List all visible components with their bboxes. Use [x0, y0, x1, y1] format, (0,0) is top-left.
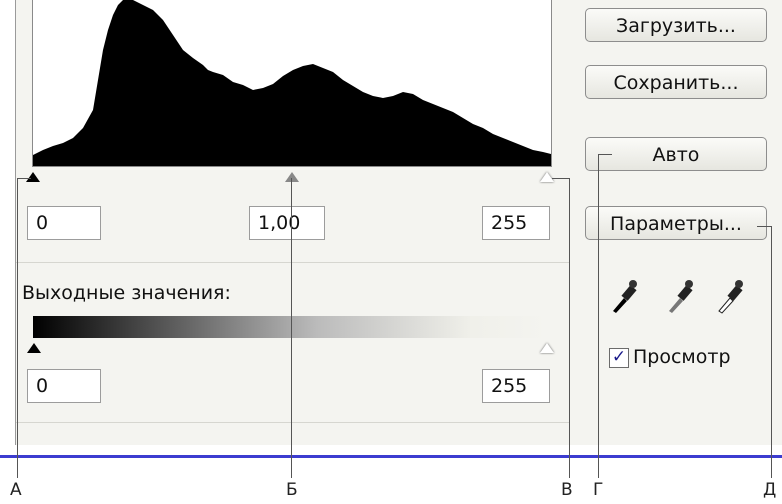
callout-line-g-tick	[598, 154, 612, 155]
callout-line-a	[17, 178, 18, 478]
gamma-slider[interactable]	[285, 172, 299, 182]
separator	[16, 422, 569, 423]
black-point-slider[interactable]	[26, 172, 40, 182]
output-black-slider[interactable]	[27, 343, 41, 353]
save-button[interactable]: Сохранить...	[585, 65, 767, 99]
preview-label: Просмотр	[633, 346, 731, 368]
white-eyedropper-icon[interactable]	[716, 278, 744, 314]
callout-letter: Д	[763, 480, 777, 500]
callout-letter: Г	[593, 480, 604, 500]
callout-line-v	[569, 178, 570, 478]
output-black-field[interactable]	[27, 369, 101, 403]
callout-line-d	[771, 226, 772, 478]
output-white-field[interactable]	[482, 369, 550, 403]
baseline-rule	[0, 455, 782, 458]
output-levels-label: Выходные значения:	[22, 282, 231, 304]
preview-checkbox[interactable]: ✓	[609, 348, 629, 368]
gray-eyedropper-icon[interactable]	[666, 278, 694, 314]
histogram	[32, 0, 552, 167]
options-button[interactable]: Параметры...	[585, 206, 767, 240]
histogram-graph	[33, 0, 551, 166]
callout-line-g	[598, 154, 599, 478]
auto-button[interactable]: Авто	[585, 137, 767, 171]
callout-letter: В	[561, 480, 573, 500]
callout-line-v-tick	[552, 178, 570, 179]
separator	[16, 262, 569, 263]
callout-line-b	[291, 178, 292, 478]
input-gamma-field[interactable]	[249, 206, 325, 240]
white-point-slider[interactable]	[540, 172, 554, 182]
callout-letter: А	[10, 480, 22, 500]
load-button[interactable]: Загрузить...	[585, 8, 767, 42]
callout-line-d-tick	[757, 226, 772, 227]
input-black-field[interactable]	[27, 206, 101, 240]
callout-line-a-tick	[17, 178, 31, 179]
callout-letter: Б	[286, 480, 298, 500]
output-white-slider[interactable]	[540, 343, 554, 353]
input-white-field[interactable]	[482, 206, 550, 240]
black-eyedropper-icon[interactable]	[610, 278, 638, 314]
